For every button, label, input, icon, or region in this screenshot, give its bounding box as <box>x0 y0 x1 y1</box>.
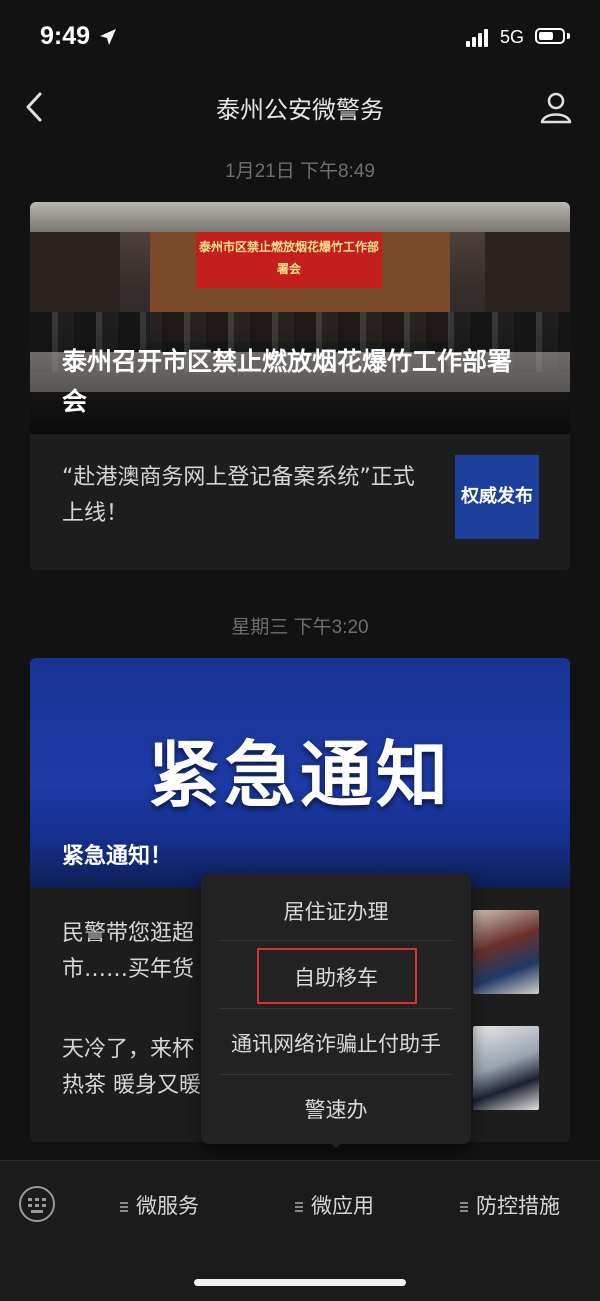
popup-caret <box>326 1140 346 1148</box>
message-timestamp: 星期三 下午3:20 <box>231 617 369 638</box>
tab-label: 防控措施 <box>476 1194 560 1218</box>
photo-ceiling <box>30 202 570 232</box>
tab-prevention-measures[interactable]: 防控措施 <box>460 1190 560 1220</box>
battery-icon <box>535 28 565 44</box>
meeting-photo[interactable]: 泰州市区禁止燃放烟花爆竹工作部署会 泰州召开市区禁止燃放烟花爆竹工作部署会 <box>30 202 570 434</box>
menu-divider <box>219 1008 453 1009</box>
article-thumbnail[interactable] <box>473 910 539 994</box>
article-headline[interactable]: 泰州召开市区禁止燃放烟花爆竹工作部署会 <box>62 342 532 422</box>
menu-list-icon <box>120 1200 128 1214</box>
highlight-annotation <box>257 948 417 1004</box>
submenu-popup: 居住证办理 自助移车 通讯网络诈骗止付助手 警速办 <box>201 874 471 1144</box>
menu-divider <box>219 1074 453 1075</box>
signal-strength-icon <box>466 29 494 47</box>
tab-label: 微服务 <box>136 1194 199 1218</box>
location-arrow-icon <box>100 29 116 45</box>
menu-item-fraud-stop-assistant[interactable]: 通讯网络诈骗止付助手 <box>201 1028 471 1058</box>
article-headline[interactable]: 紧急通知！ <box>62 838 172 870</box>
article-thumbnail[interactable]: 权威发布 <box>455 455 539 539</box>
article-item-title[interactable]: “赴港澳商务网上登记备案系统”正式上线！ <box>62 460 422 532</box>
article-card: 泰州市区禁止燃放烟花爆竹工作部署会 泰州召开市区禁止燃放烟花爆竹工作部署会 “赴… <box>30 202 570 570</box>
profile-icon[interactable] <box>538 89 574 125</box>
menu-list-icon <box>295 1200 303 1214</box>
menu-item-jingsuban[interactable]: 警速办 <box>201 1094 471 1124</box>
article-item-title[interactable]: 天冷了，来杯热茶 暖身又暖心！ <box>62 1032 202 1104</box>
menu-item-residence-permit[interactable]: 居住证办理 <box>201 896 471 926</box>
page-title: 泰州公安微警务 <box>216 96 384 124</box>
urgent-notice-banner[interactable]: 紧急通知 紧急通知！ <box>30 658 570 888</box>
meeting-banner: 泰州市区禁止燃放烟花爆竹工作部署会 <box>196 232 382 288</box>
menu-list-icon <box>460 1200 468 1214</box>
tab-label: 微应用 <box>311 1194 374 1218</box>
keyboard-icon[interactable] <box>18 1185 56 1223</box>
article-thumbnail[interactable] <box>473 1026 539 1110</box>
battery-tip <box>567 33 570 39</box>
menu-divider <box>219 940 453 941</box>
network-type: 5G <box>500 27 525 47</box>
home-indicator[interactable] <box>194 1279 406 1286</box>
tab-micro-service[interactable]: 微服务 <box>120 1190 199 1220</box>
article-item-title[interactable]: 民警带您逛超市……买年货 平安回家 <box>62 916 202 988</box>
message-timestamp: 1月21日 下午8:49 <box>225 161 375 182</box>
status-time: 9:49 <box>40 22 91 50</box>
tab-micro-app[interactable]: 微应用 <box>295 1190 374 1220</box>
urgent-hero-text: 紧急通知 <box>147 732 452 817</box>
